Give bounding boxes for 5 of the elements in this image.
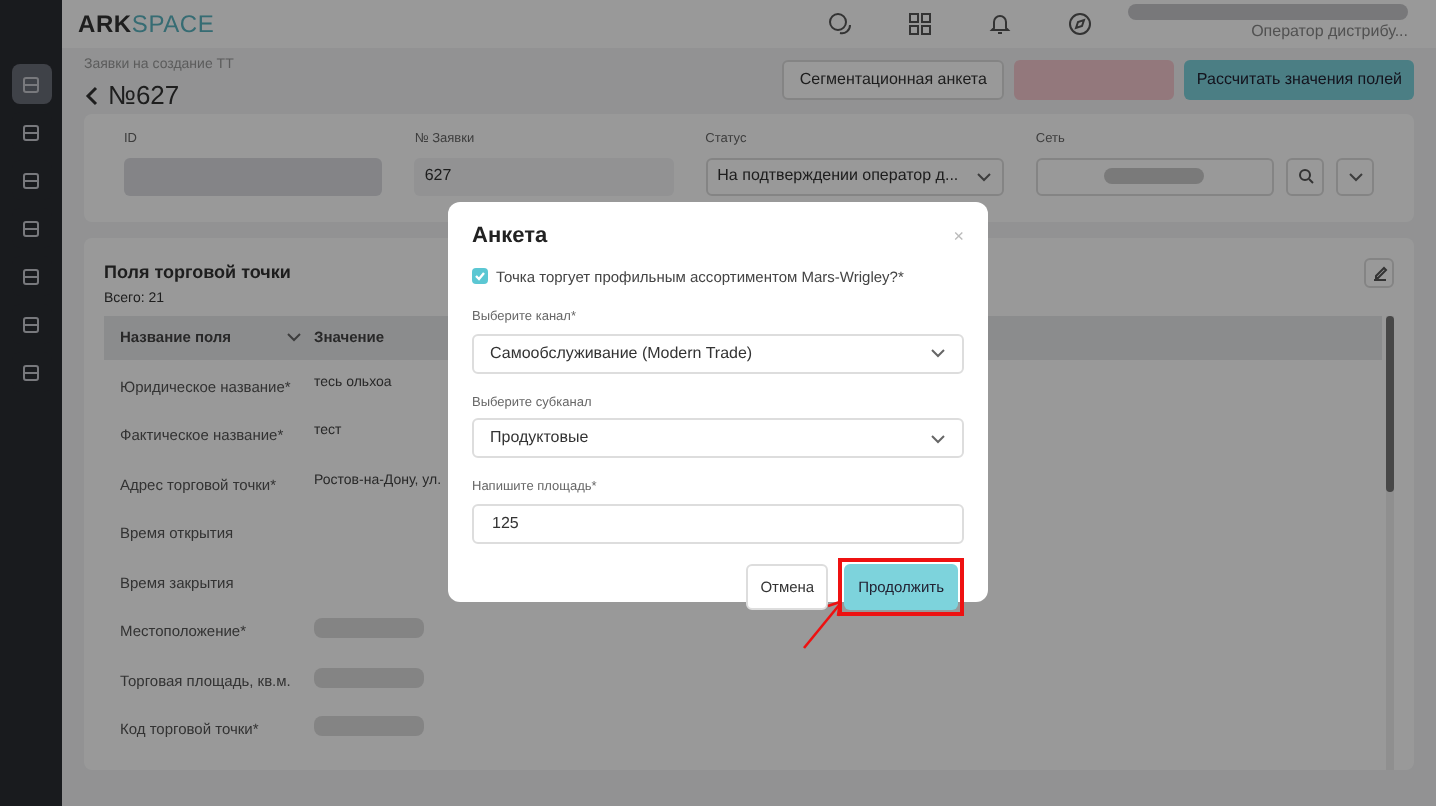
user-role: Оператор дистрибу... — [1251, 20, 1408, 44]
page-title: №627 — [108, 82, 180, 108]
logo: ARKSPACE — [78, 8, 215, 42]
dialog-title: Анкета — [472, 222, 548, 252]
card-title: Поля торговой точки — [104, 259, 291, 286]
